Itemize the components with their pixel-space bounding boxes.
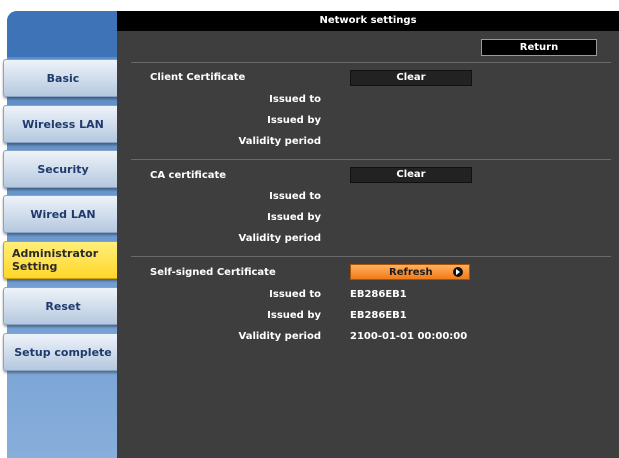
sidebar-item-label: Administrator Setting <box>12 247 99 273</box>
self-signed-issued-by-label: Issued by <box>267 310 321 321</box>
ca-issued-to-label: Issued to <box>269 191 321 202</box>
self-signed-validity-label: Validity period <box>238 331 322 342</box>
client-issued-to-label: Issued to <box>269 94 321 105</box>
self-signed-issued-to-value: EB286EB1 <box>350 289 407 300</box>
sidebar-item-security[interactable]: Security <box>3 150 123 188</box>
sidebar-item-label: Security <box>37 162 89 176</box>
divider <box>131 159 611 160</box>
refresh-button[interactable]: Refresh <box>350 264 470 280</box>
sidebar-item-reset[interactable]: Reset <box>3 287 123 325</box>
ca-issued-by-label: Issued by <box>267 212 321 223</box>
client-certificate-clear-button[interactable]: Clear <box>350 70 472 86</box>
self-signed-issued-to-label: Issued to <box>269 289 321 300</box>
divider <box>131 62 611 63</box>
page-title: Network settings <box>117 11 619 31</box>
sidebar-item-label: Setup complete <box>14 345 112 359</box>
client-certificate-title: Client Certificate <box>150 72 246 83</box>
self-signed-certificate-title: Self-signed Certificate <box>150 267 276 278</box>
arrow-right-circle-icon <box>453 267 463 277</box>
divider <box>131 256 611 257</box>
ca-certificate-clear-button[interactable]: Clear <box>350 167 472 183</box>
sidebar-header <box>7 11 118 57</box>
sidebar-item-label: Reset <box>45 299 81 313</box>
self-signed-validity-value: 2100-01-01 00:00:00 <box>350 331 468 342</box>
ca-certificate-title: CA certificate <box>150 170 227 181</box>
ca-validity-label: Validity period <box>238 233 322 244</box>
sidebar-item-label: Basic <box>46 71 80 85</box>
self-signed-issued-by-value: EB286EB1 <box>350 310 407 321</box>
sidebar-item-label: Wired LAN <box>30 207 96 221</box>
return-button[interactable]: Return <box>481 39 597 56</box>
sidebar-item-setup-complete[interactable]: Setup complete <box>3 333 123 371</box>
sidebar-item-wireless-lan[interactable]: Wireless LAN <box>3 105 123 143</box>
sidebar-item-administrator-setting[interactable]: Administrator Setting <box>3 241 123 279</box>
sidebar-item-basic[interactable]: Basic <box>3 59 123 97</box>
client-validity-label: Validity period <box>238 136 322 147</box>
sidebar-item-label: Wireless LAN <box>22 117 104 131</box>
client-issued-by-label: Issued by <box>267 115 321 126</box>
main-panel: Network settings Return Client Certifica… <box>117 11 619 458</box>
refresh-button-label: Refresh <box>389 267 433 278</box>
sidebar-item-wired-lan[interactable]: Wired LAN <box>3 195 123 233</box>
